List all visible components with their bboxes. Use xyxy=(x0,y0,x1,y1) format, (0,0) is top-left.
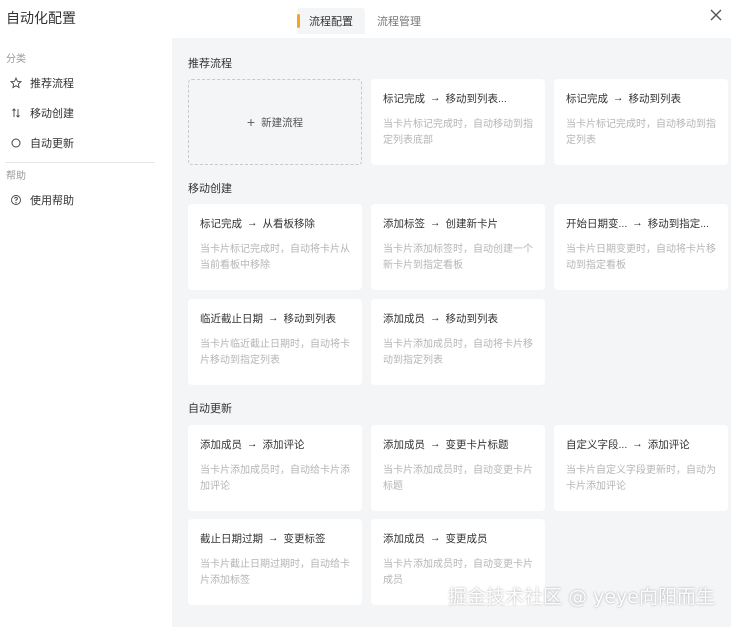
sidebar-item-move-create[interactable]: 移动创建 xyxy=(0,98,160,128)
card-trigger: 添加标签 xyxy=(383,217,425,230)
flow-card[interactable]: 临近截止日期 → 移动到列表 当卡片临近截止日期时，自动将卡片移动到指定列表 xyxy=(188,299,362,385)
card-action: 变更标签 xyxy=(283,532,326,545)
sidebar-item-label: 使用帮助 xyxy=(30,195,74,207)
card-description: 当卡片临近截止日期时，自动将卡片移动到指定列表 xyxy=(200,339,350,366)
card-description: 当卡片截止日期过期时，自动给卡片添加标签 xyxy=(200,559,350,586)
flow-card[interactable]: 添加成员 → 移动到列表 当卡片添加成员时，自动将卡片移动到指定列表 xyxy=(371,299,545,385)
flow-card[interactable]: 标记完成 → 从看板移除 当卡片标记完成时，自动将卡片从当前看板中移除 xyxy=(188,204,362,290)
card-title: 添加成员 → 变更成员 xyxy=(383,531,533,545)
card-trigger: 标记完成 xyxy=(566,92,608,105)
sidebar-item-label: 移动创建 xyxy=(30,108,74,120)
card-action: 移动到指定... xyxy=(647,217,710,230)
arrow-icon: → xyxy=(268,532,279,544)
star-icon xyxy=(10,77,22,89)
flow-card[interactable]: 标记完成 → 移动到列表... 当卡片标记完成时，自动移动到指定列表底部 xyxy=(371,79,545,165)
card-trigger: 临近截止日期 xyxy=(200,312,263,325)
flow-card[interactable]: 标记完成 → 移动到列表 当卡片标记完成时，自动移动到指定列表 xyxy=(554,79,728,165)
card-action: 从看板移除 xyxy=(262,217,316,230)
close-icon[interactable] xyxy=(707,6,725,24)
watermark: 掘金技术社区 @ yeye向阳而生 xyxy=(448,586,715,608)
card-description: 当卡片标记完成时，自动移动到指定列表 xyxy=(566,119,716,146)
sort-arrows-icon xyxy=(10,107,22,119)
card-title: 标记完成 → 从看板移除 xyxy=(200,216,350,230)
sidebar-divider xyxy=(5,162,155,163)
card-action: 添加评论 xyxy=(647,438,690,451)
card-description: 当卡片日期变更时，自动将卡片移动到指定看板 xyxy=(566,244,716,271)
card-trigger: 添加成员 xyxy=(383,312,425,325)
sidebar: 分类 推荐流程 移动创建 自动更新 帮助 使用帮助 xyxy=(0,40,160,627)
sidebar-item-label: 自动更新 xyxy=(30,138,74,150)
card-action: 变更卡片标题 xyxy=(445,438,509,451)
card-action: 移动到列表 xyxy=(445,312,499,325)
arrow-icon: → xyxy=(430,312,441,324)
card-action: 移动到列表 xyxy=(628,92,682,105)
card-action: 创建新卡片 xyxy=(445,217,499,230)
card-description: 当卡片自定义字段更新时，自动为卡片添加评论 xyxy=(566,465,716,492)
app-title: 自动化配置 xyxy=(6,10,76,26)
flow-card[interactable]: 添加成员 → 变更卡片标题 当卡片添加成员时，自动变更卡片标题 xyxy=(371,425,545,511)
card-description: 当卡片添加成员时，自动将卡片移动到指定列表 xyxy=(383,339,533,366)
card-description: 当卡片标记完成时，自动移动到指定列表底部 xyxy=(383,119,533,146)
card-action: 移动到列表... xyxy=(445,92,507,105)
section-title-move-create: 移动创建 xyxy=(188,183,232,195)
arrow-icon: → xyxy=(247,217,258,229)
card-trigger: 自定义字段... xyxy=(566,438,628,451)
section-title-recommended: 推荐流程 xyxy=(188,58,232,70)
new-flow-label: 新建流程 xyxy=(261,116,304,129)
card-trigger: 添加成员 xyxy=(383,438,425,451)
arrow-icon: → xyxy=(268,312,279,324)
sidebar-item-recommended[interactable]: 推荐流程 xyxy=(0,68,160,98)
arrow-icon: → xyxy=(632,438,643,450)
card-trigger: 开始日期变... xyxy=(566,217,628,230)
card-title: 标记完成 → 移动到列表... xyxy=(383,91,533,105)
plus-icon: + xyxy=(246,114,256,130)
arrow-icon: → xyxy=(430,532,441,544)
flow-card[interactable]: 自定义字段... → 添加评论 当卡片自定义字段更新时，自动为卡片添加评论 xyxy=(554,425,728,511)
card-title: 自定义字段... → 添加评论 xyxy=(566,437,716,451)
card-trigger: 截止日期过期 xyxy=(200,532,263,545)
card-title: 添加成员 → 变更卡片标题 xyxy=(383,437,533,451)
arrow-icon: → xyxy=(632,217,643,229)
arrow-icon: → xyxy=(430,92,441,104)
new-flow-button[interactable]: + 新建流程 xyxy=(188,79,362,165)
card-description: 当卡片添加成员时，自动变更卡片标题 xyxy=(383,465,533,492)
card-title: 开始日期变... → 移动到指定... xyxy=(566,216,716,230)
card-action: 添加评论 xyxy=(262,438,305,451)
sidebar-item-label: 推荐流程 xyxy=(30,78,74,90)
flow-card[interactable]: 开始日期变... → 移动到指定... 当卡片日期变更时，自动将卡片移动到指定看… xyxy=(554,204,728,290)
card-action: 变更成员 xyxy=(445,532,488,545)
card-title: 标记完成 → 移动到列表 xyxy=(566,91,716,105)
circle-icon xyxy=(10,137,22,149)
question-circle-icon xyxy=(10,194,22,206)
arrow-icon: → xyxy=(430,438,441,450)
tab-bar: 流程配置 流程管理 xyxy=(297,8,433,34)
card-description: 当卡片标记完成时，自动将卡片从当前看板中移除 xyxy=(200,244,350,271)
flow-card[interactable]: 添加标签 → 创建新卡片 当卡片添加标签时，自动创建一个新卡片到指定看板 xyxy=(371,204,545,290)
flow-card[interactable]: 截止日期过期 → 变更标签 当卡片截止日期过期时，自动给卡片添加标签 xyxy=(188,519,362,605)
arrow-icon: → xyxy=(613,92,624,104)
card-description: 当卡片添加标签时，自动创建一个新卡片到指定看板 xyxy=(383,244,533,271)
tab-flow-config[interactable]: 流程配置 xyxy=(297,8,365,34)
flow-card[interactable]: 添加成员 → 添加评论 当卡片添加成员时，自动给卡片添加评论 xyxy=(188,425,362,511)
main-panel: 推荐流程 + 新建流程 标记完成 → 移动到列表... 当卡片标记完成时，自动移… xyxy=(172,38,731,627)
sidebar-category-title: 分类 xyxy=(6,54,26,65)
card-trigger: 添加成员 xyxy=(200,438,242,451)
card-trigger: 标记完成 xyxy=(383,92,425,105)
card-trigger: 添加成员 xyxy=(383,532,425,545)
sidebar-item-auto-update[interactable]: 自动更新 xyxy=(0,128,160,158)
card-title: 临近截止日期 → 移动到列表 xyxy=(200,311,350,325)
sidebar-item-help[interactable]: 使用帮助 xyxy=(0,185,160,215)
card-title: 添加成员 → 移动到列表 xyxy=(383,311,533,325)
section-title-auto-update: 自动更新 xyxy=(188,403,232,415)
card-title: 添加标签 → 创建新卡片 xyxy=(383,216,533,230)
card-action: 移动到列表 xyxy=(283,312,337,325)
card-title: 截止日期过期 → 变更标签 xyxy=(200,531,350,545)
arrow-icon: → xyxy=(247,438,258,450)
sidebar-help-title: 帮助 xyxy=(6,171,26,182)
card-title: 添加成员 → 添加评论 xyxy=(200,437,350,451)
arrow-icon: → xyxy=(430,217,441,229)
tab-flow-manage[interactable]: 流程管理 xyxy=(365,8,433,34)
card-trigger: 标记完成 xyxy=(200,217,242,230)
card-description: 当卡片添加成员时，自动给卡片添加评论 xyxy=(200,465,350,492)
